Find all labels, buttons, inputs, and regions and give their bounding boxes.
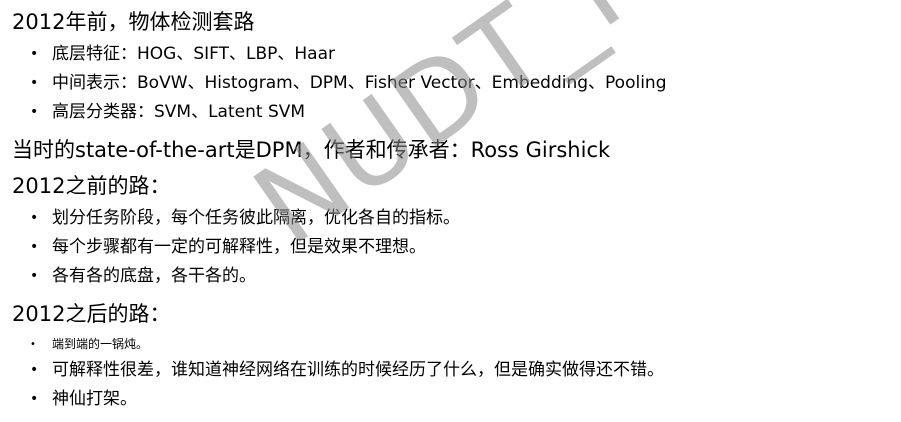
bullet-icon: •	[30, 391, 39, 407]
bullet-text: 端到端的一锅炖。	[52, 337, 149, 351]
section2-bullet-3: • 各有各的底盘，各干各的。	[30, 268, 256, 285]
bullet-icon: •	[30, 268, 39, 284]
watermark-text: NUDT_PDL	[232, 0, 796, 270]
bullet-icon: •	[30, 362, 39, 378]
section2-bullet-2: • 每个步骤都有一定的可解释性，但是效果不理想。	[30, 239, 426, 256]
section2-bullet-1: • 划分任务阶段，每个任务彼此隔离，优化各自的指标。	[30, 210, 460, 227]
section2-heading: 2012之前的路：	[12, 174, 171, 198]
bullet-icon: •	[30, 239, 39, 255]
section3-bullet-3: • 神仙打架。	[30, 391, 137, 408]
bullet-text: 可解释性很差，谁知道神经网络在训练的时候经历了什么，但是确实做得还不错。	[52, 360, 664, 380]
bullet-text: 每个步骤都有一定的可解释性，但是效果不理想。	[52, 237, 426, 257]
statement-line: 当时的state-of-the-art是DPM，作者和传承者：Ross Girs…	[12, 138, 611, 162]
bullet-text: 各有各的底盘，各干各的。	[52, 266, 256, 286]
bullet-text: 神仙打架。	[52, 389, 137, 409]
section1-bullet-1: • 底层特征：HOG、SIFT、LBP、Haar	[30, 46, 335, 63]
bullet-icon: •	[30, 75, 39, 91]
bullet-icon: •	[30, 104, 39, 120]
section1-heading: 2012年前，物体检测套路	[12, 10, 255, 34]
bullet-icon: •	[30, 210, 39, 226]
section3-heading: 2012之后的路：	[12, 302, 171, 326]
slide: 2012年前，物体检测套路 • 底层特征：HOG、SIFT、LBP、Haar • 中…	[0, 0, 901, 422]
section1-bullet-2: • 中间表示：BoVW、Histogram、DPM、Fisher Vector、E…	[30, 75, 667, 92]
bullet-icon: •	[30, 338, 36, 350]
bullet-text: 高层分类器：SVM、Latent SVM	[52, 102, 306, 122]
bullet-text: 中间表示：BoVW、Histogram、DPM、Fisher Vector、Em…	[52, 73, 667, 93]
section3-bullet-2: • 可解释性很差，谁知道神经网络在训练的时候经历了什么，但是确实做得还不错。	[30, 362, 664, 379]
bullet-icon: •	[30, 46, 39, 62]
section1-bullet-3: • 高层分类器：SVM、Latent SVM	[30, 104, 305, 121]
section3-bullet-1: • 端到端的一锅炖。	[30, 338, 148, 350]
bullet-text: 划分任务阶段，每个任务彼此隔离，优化各自的指标。	[52, 208, 460, 228]
bullet-text: 底层特征：HOG、SIFT、LBP、Haar	[52, 44, 335, 64]
